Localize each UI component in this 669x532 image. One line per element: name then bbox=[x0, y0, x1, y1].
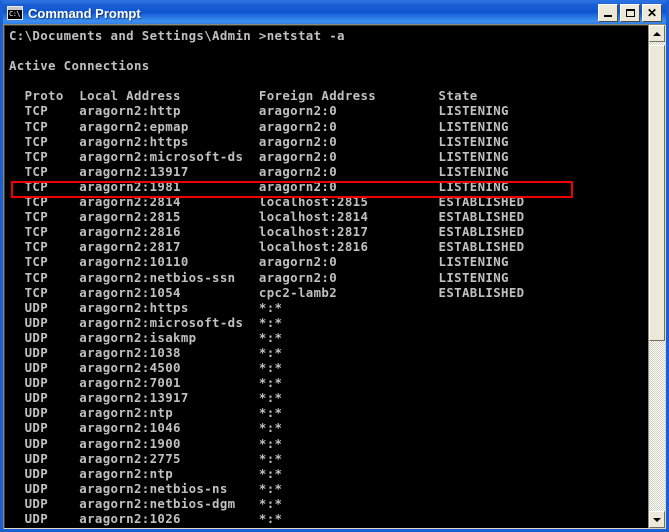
console-line: TCP aragorn2:http aragorn2:0 LISTENING bbox=[9, 103, 509, 119]
window-title: Command Prompt bbox=[28, 5, 141, 21]
maximize-button[interactable] bbox=[620, 4, 640, 22]
console-line: TCP aragorn2:2817 localhost:2816 ESTABLI… bbox=[9, 239, 525, 255]
console-line: Active Connections bbox=[9, 58, 150, 74]
console-output-area[interactable]: C:\Documents and Settings\Admin >netstat… bbox=[4, 25, 648, 528]
console-line: TCP aragorn2:1981 aragorn2:0 LISTENING bbox=[9, 178, 509, 194]
console-line: UDP aragorn2:1026 *:* bbox=[9, 511, 283, 526]
console-line: UDP aragorn2:7001 *:* bbox=[9, 375, 283, 391]
console-line: TCP aragorn2:netbios-ssn aragorn2:0 LIST… bbox=[9, 269, 509, 285]
console-line: TCP aragorn2:1054 cpc2-lamb2 ESTABLISHED bbox=[9, 284, 525, 300]
console-line: TCP aragorn2:2816 localhost:2817 ESTABLI… bbox=[9, 224, 525, 240]
title-bar[interactable]: C:\ Command Prompt ✕ bbox=[3, 2, 666, 24]
console-line: UDP aragorn2:2775 *:* bbox=[9, 450, 283, 466]
window-client-area: C:\Documents and Settings\Admin >netstat… bbox=[3, 24, 666, 529]
minimize-icon bbox=[604, 15, 612, 17]
console-line: TCP aragorn2:2815 localhost:2814 ESTABLI… bbox=[9, 209, 525, 225]
console-line: UDP aragorn2:microsoft-ds *:* bbox=[9, 314, 283, 330]
console-line: C:\Documents and Settings\Admin >netstat… bbox=[9, 28, 345, 43]
console-line: TCP aragorn2:microsoft-ds aragorn2:0 LIS… bbox=[9, 148, 509, 164]
command-prompt-icon: C:\ bbox=[7, 6, 23, 20]
console-line: UDP aragorn2:4500 *:* bbox=[9, 360, 283, 376]
console-text: C:\Documents and Settings\Admin >netstat… bbox=[9, 28, 648, 528]
close-button[interactable]: ✕ bbox=[642, 4, 662, 22]
console-line: UDP aragorn2:1046 *:* bbox=[9, 420, 283, 436]
console-line: TCP aragorn2:https aragorn2:0 LISTENING bbox=[9, 133, 509, 149]
console-line: TCP aragorn2:13917 aragorn2:0 LISTENING bbox=[9, 163, 509, 179]
console-line: UDP aragorn2:ntp *:* bbox=[9, 405, 283, 421]
chevron-down-icon bbox=[653, 517, 661, 522]
icon-prompt-text: C:\ bbox=[9, 10, 21, 18]
console-line: UDP aragorn2:netbios-ns *:* bbox=[9, 480, 283, 496]
console-line: UDP aragorn2:1038 *:* bbox=[9, 344, 283, 360]
window-controls: ✕ bbox=[596, 4, 662, 22]
scroll-down-button[interactable] bbox=[649, 511, 665, 528]
chevron-up-icon bbox=[653, 31, 661, 36]
console-line: Proto Local Address Foreign Address Stat… bbox=[9, 88, 478, 104]
console-line: UDP aragorn2:1900 *:* bbox=[9, 526, 648, 528]
minimize-button[interactable] bbox=[598, 4, 618, 22]
command-prompt-window: C:\ Command Prompt ✕ C:\Documents and Se… bbox=[0, 0, 669, 532]
scrollbar-thumb[interactable] bbox=[649, 45, 665, 341]
console-line: TCP aragorn2:10110 aragorn2:0 LISTENING bbox=[9, 254, 509, 270]
console-line: UDP aragorn2:netbios-dgm *:* bbox=[9, 495, 283, 511]
close-icon: ✕ bbox=[646, 6, 658, 20]
scroll-up-button[interactable] bbox=[649, 25, 665, 42]
vertical-scrollbar[interactable] bbox=[648, 25, 665, 528]
console-line: UDP aragorn2:1900 *:* bbox=[9, 435, 283, 451]
console-line: UDP aragorn2:isakmp *:* bbox=[9, 329, 283, 345]
console-line: UDP aragorn2:ntp *:* bbox=[9, 465, 283, 481]
console-line: TCP aragorn2:2814 localhost:2815 ESTABLI… bbox=[9, 194, 525, 210]
console-line: UDP aragorn2:13917 *:* bbox=[9, 390, 283, 406]
maximize-icon bbox=[625, 9, 635, 17]
scrollbar-track[interactable] bbox=[649, 42, 665, 511]
console-line: TCP aragorn2:epmap aragorn2:0 LISTENING bbox=[9, 118, 509, 134]
console-line: UDP aragorn2:https *:* bbox=[9, 299, 283, 315]
